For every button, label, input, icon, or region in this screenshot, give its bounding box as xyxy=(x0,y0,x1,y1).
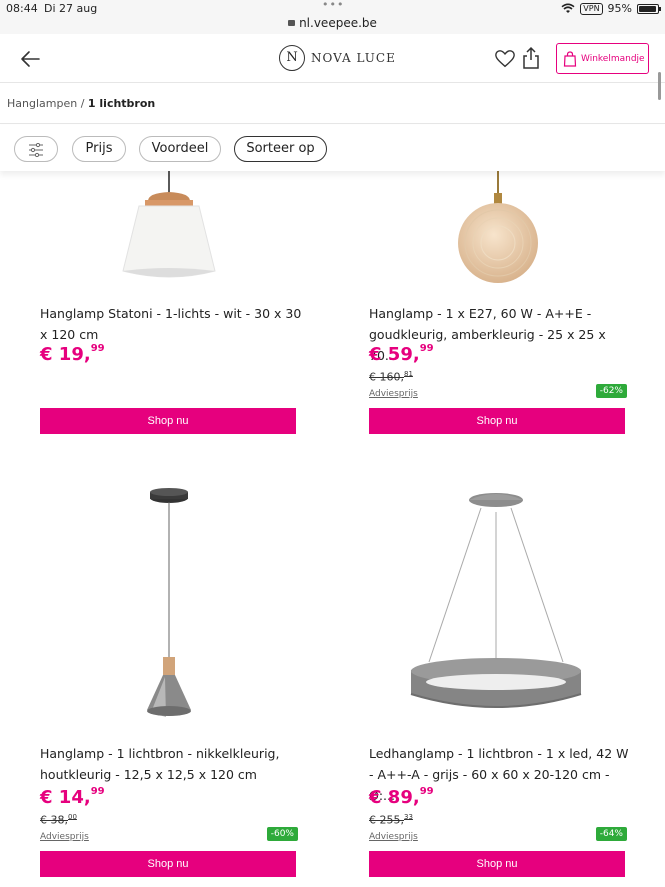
amber-globe-lamp-image xyxy=(458,171,538,283)
price-cents: 99 xyxy=(90,343,105,354)
product-card[interactable]: Hanglamp Statoni - 1-lichts - wit - 30 x… xyxy=(40,171,301,436)
old-price: € 160,81 xyxy=(369,370,413,384)
price-main: € 59, xyxy=(369,344,420,365)
price-main: € 89, xyxy=(369,787,420,808)
advice-price-link[interactable]: Adviesprijs xyxy=(369,389,418,399)
address-bar[interactable]: nl.veepee.be xyxy=(0,16,665,30)
cart-button[interactable]: Winkelmandje xyxy=(556,43,649,74)
price-cents: 99 xyxy=(419,343,434,354)
old-price-main: € 255, xyxy=(369,813,404,827)
cart-label: Winkelmandje xyxy=(581,53,645,64)
breadcrumb-current: 1 lichtbron xyxy=(87,97,156,110)
status-indicators: VPN 95% xyxy=(561,2,661,15)
back-arrow-icon[interactable] xyxy=(18,47,42,71)
old-price: € 38,00 xyxy=(40,813,77,827)
product-card[interactable]: Hanglamp - 1 x E27, 60 W - A++E - goudkl… xyxy=(369,171,627,436)
old-price-main: € 38, xyxy=(40,813,68,827)
white-pendant-lamp-image xyxy=(122,171,216,278)
discount-badge: -60% xyxy=(266,827,298,841)
old-price-main: € 160, xyxy=(369,370,404,384)
heart-icon[interactable] xyxy=(494,48,516,70)
filter-settings-button[interactable] xyxy=(14,136,58,162)
shop-now-button[interactable]: Shop nu xyxy=(40,408,296,434)
product-price: € 89,99 xyxy=(369,786,434,808)
brand-logo[interactable]: N NOVA LUCE xyxy=(279,45,396,71)
old-price-cents: 81 xyxy=(404,370,413,378)
product-title[interactable]: Hanglamp - 1 lichtbron - nikkelkleurig, … xyxy=(40,743,302,785)
old-price-cents: 33 xyxy=(404,813,413,821)
product-card[interactable]: Hanglamp - 1 lichtbron - nikkelkleurig, … xyxy=(40,482,298,882)
price-cents: 99 xyxy=(419,786,434,797)
tab-dots[interactable]: ••• xyxy=(322,0,344,11)
advice-price-link[interactable]: Adviesprijs xyxy=(369,832,418,842)
old-price-cents: 00 xyxy=(68,813,77,821)
product-price: € 14,99 xyxy=(40,786,105,808)
url-text: nl.veepee.be xyxy=(299,16,377,30)
product-card[interactable]: Ledhanglamp - 1 lichtbron - 1 x led, 42 … xyxy=(369,482,629,882)
brand-name: NOVA LUCE xyxy=(311,51,396,65)
filter-voordeel[interactable]: Voordeel xyxy=(139,136,221,162)
product-price: € 19,99 xyxy=(40,343,105,365)
sort-button[interactable]: Sorteer op xyxy=(234,136,327,162)
logo-mark: N xyxy=(279,45,305,71)
wifi-icon xyxy=(561,3,575,13)
breadcrumb: Hanglampen / 1 lichtbron xyxy=(0,84,665,124)
filter-prijs[interactable]: Prijs xyxy=(72,136,126,162)
lock-icon xyxy=(288,20,296,26)
nickel-cone-pendant-image xyxy=(147,488,191,717)
advice-price-link[interactable]: Adviesprijs xyxy=(40,832,89,842)
date: Di 27 aug xyxy=(44,2,98,15)
shop-now-button[interactable]: Shop nu xyxy=(369,408,625,434)
price-main: € 19, xyxy=(40,344,91,365)
battery-icon xyxy=(637,3,661,14)
breadcrumb-separator: / xyxy=(80,97,85,110)
sliders-icon xyxy=(29,142,43,158)
shop-now-button[interactable]: Shop nu xyxy=(369,851,625,877)
clock: 08:44 xyxy=(6,2,38,15)
filter-bar: Prijs Voordeel Sorteer op xyxy=(0,125,665,171)
breadcrumb-link-hanglampen[interactable]: Hanglampen xyxy=(7,97,77,110)
discount-badge: -64% xyxy=(595,827,627,841)
battery-percent: 95% xyxy=(607,2,632,15)
status-bar: 08:44 Di 27 aug ••• nl.veepee.be VPN 95% xyxy=(0,0,665,34)
share-icon[interactable] xyxy=(521,46,541,70)
price-cents: 99 xyxy=(90,786,105,797)
product-price: € 59,99 xyxy=(369,343,434,365)
site-header: N NOVA LUCE Winkelmandje xyxy=(0,35,665,83)
old-price: € 255,33 xyxy=(369,813,413,827)
shop-now-button[interactable]: Shop nu xyxy=(40,851,296,877)
grey-led-ring-lamp-image xyxy=(410,493,582,708)
discount-badge: -62% xyxy=(595,384,627,398)
product-title[interactable]: Hanglamp Statoni - 1-lichts - wit - 30 x… xyxy=(40,303,302,345)
vpn-badge: VPN xyxy=(580,2,603,15)
shopping-bag-icon xyxy=(563,50,577,67)
price-main: € 14, xyxy=(40,787,91,808)
